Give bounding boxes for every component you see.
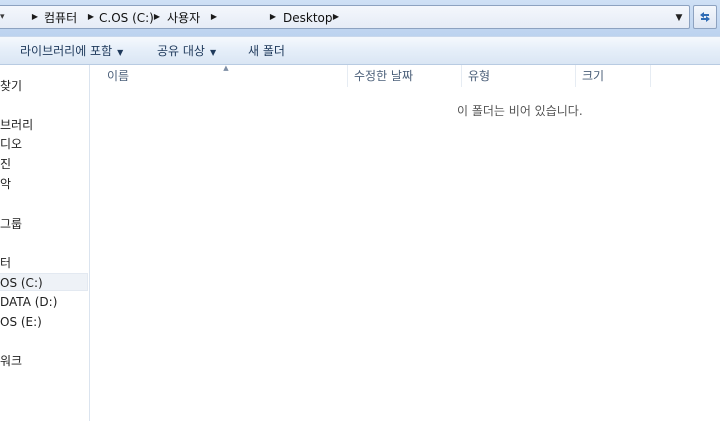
breadcrumb-arrow-icon[interactable]: ▶ — [210, 11, 218, 23]
breadcrumb-arrow-icon[interactable]: ▶ — [269, 11, 277, 23]
breadcrumb-arrow-icon[interactable]: ▶ — [87, 11, 95, 23]
refresh-icon — [700, 12, 710, 22]
nav-item-drive-c[interactable]: OS (C:) — [0, 273, 88, 291]
chevron-down-icon: ▼ — [209, 48, 217, 57]
breadcrumb-drive-c[interactable]: C.OS (C:) — [99, 10, 154, 26]
share-with-button[interactable]: 공유 대상 ▼ — [157, 41, 216, 61]
nav-item-pictures[interactable]: 진 — [0, 155, 11, 173]
file-list-pane[interactable]: ▲ 이름 수정한 날짜 유형 크기 이 폴더는 비어 있습니다. — [91, 65, 720, 421]
breadcrumb-desktop[interactable]: Desktop — [283, 10, 333, 26]
share-with-label: 공유 대상 — [157, 44, 205, 58]
nav-item-computer[interactable]: 터 — [0, 254, 11, 272]
column-header-type[interactable]: 유형 — [462, 65, 576, 87]
nav-item-library[interactable]: 브러리 — [0, 116, 33, 134]
breadcrumb-computer[interactable]: 컴퓨터 — [44, 10, 77, 26]
include-in-library-button[interactable]: 라이브러리에 포함 ▼ — [20, 41, 123, 61]
chevron-down-icon: ▼ — [117, 48, 124, 57]
command-toolbar: 라이브러리에 포함 ▼ 공유 대상 ▼ 새 폴더 — [0, 36, 720, 65]
breadcrumb-arrow-icon[interactable]: ▶ — [31, 11, 39, 23]
nav-item-music[interactable]: 악 — [0, 175, 11, 193]
column-header-name[interactable]: 이름 — [101, 65, 348, 87]
address-bar-region: ▾ ▶ 컴퓨터 ▶ C.OS (C:) ▶ 사용자 ▶ ▶ Desktop ▶ … — [0, 0, 720, 36]
new-folder-button[interactable]: 새 폴더 — [248, 41, 285, 61]
column-header-size[interactable]: 크기 — [576, 65, 651, 87]
nav-item-network[interactable]: 워크 — [0, 352, 22, 370]
address-bar[interactable]: ▾ ▶ 컴퓨터 ▶ C.OS (C:) ▶ 사용자 ▶ ▶ Desktop ▶ … — [0, 5, 690, 29]
refresh-button[interactable] — [693, 5, 717, 29]
nav-item-videos[interactable]: 디오 — [0, 135, 22, 153]
nav-item-drive-e[interactable]: OS (E:) — [0, 313, 42, 331]
nav-item-favorites[interactable]: 찾기 — [0, 77, 22, 95]
include-in-library-label: 라이브러리에 포함 — [20, 44, 113, 58]
breadcrumb-users[interactable]: 사용자 — [167, 10, 200, 26]
chevron-down-icon[interactable]: ▾ — [0, 10, 8, 24]
nav-item-drive-d[interactable]: DATA (D:) — [0, 293, 57, 311]
breadcrumb-arrow-icon[interactable]: ▶ — [153, 11, 161, 23]
navigation-pane: 찾기 브러리 디오 진 악 그룹 터 OS (C:) DATA (D:) OS … — [0, 65, 90, 421]
empty-folder-message: 이 폴더는 비어 있습니다. — [457, 104, 583, 118]
column-header-date-modified[interactable]: 수정한 날짜 — [348, 65, 462, 87]
nav-item-homegroup[interactable]: 그룹 — [0, 215, 22, 233]
history-dropdown-icon[interactable]: ▼ — [671, 10, 687, 26]
breadcrumb-arrow-icon[interactable]: ▶ — [332, 11, 340, 23]
